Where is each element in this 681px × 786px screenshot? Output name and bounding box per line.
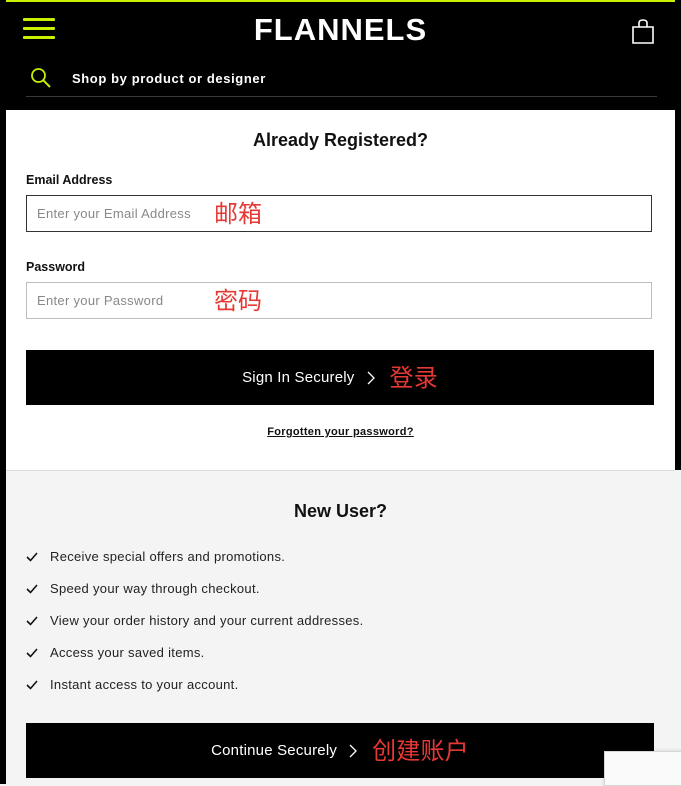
password-label: Password <box>26 260 86 274</box>
search-input[interactable] <box>70 69 657 87</box>
benefit-text: Speed your way through checkout. <box>50 581 260 596</box>
list-item: Speed your way through checkout. <box>26 581 363 613</box>
email-field-wrapper: 邮箱 <box>26 195 652 232</box>
continue-button[interactable]: Continue Securely 创建账户 <box>26 723 654 778</box>
search-icon[interactable] <box>30 67 52 89</box>
sign-in-annotation: 登录 <box>389 363 438 392</box>
email-field[interactable] <box>27 205 214 222</box>
chevron-right-icon <box>367 371 375 384</box>
new-user-title: New User? <box>293 501 388 521</box>
list-item: Receive special offers and promotions. <box>26 549 363 581</box>
benefit-text: Access your saved items. <box>50 645 205 660</box>
checkmark-icon <box>26 648 38 658</box>
checkmark-icon <box>26 616 38 626</box>
recaptcha-badge[interactable] <box>604 751 681 786</box>
list-item: Access your saved items. <box>26 645 363 677</box>
checkmark-icon <box>26 584 38 594</box>
continue-annotation: 创建账户 <box>372 736 469 765</box>
sign-in-label: Sign In Securely <box>242 369 355 386</box>
right-frame-border <box>675 0 681 470</box>
new-user-panel: New User? Receive special offers and pro… <box>6 471 681 784</box>
checkmark-icon <box>26 680 38 690</box>
login-title: Already Registered? <box>252 130 429 150</box>
forgot-password-link[interactable]: Forgotten your password? <box>6 426 675 438</box>
email-annotation: 邮箱 <box>214 199 262 228</box>
sign-in-button[interactable]: Sign In Securely 登录 <box>26 350 654 405</box>
checkmark-icon <box>26 552 38 562</box>
site-header: FLANNELS <box>6 0 675 112</box>
email-label: Email Address <box>26 173 113 187</box>
benefit-text: Instant access to your account. <box>50 677 239 692</box>
benefit-text: View your order history and your current… <box>50 613 364 628</box>
password-field[interactable] <box>27 292 214 309</box>
continue-label: Continue Securely <box>211 742 338 759</box>
list-item: View your order history and your current… <box>26 613 363 645</box>
login-panel: Already Registered? Email Address 邮箱 Pas… <box>6 110 675 471</box>
site-logo[interactable]: FLANNELS <box>6 12 675 48</box>
search-bar <box>26 60 657 97</box>
list-item: Instant access to your account. <box>26 677 363 709</box>
password-field-wrapper: 密码 <box>26 282 652 319</box>
password-annotation: 密码 <box>214 286 262 315</box>
benefits-list: Receive special offers and promotions. S… <box>26 549 363 709</box>
chevron-right-icon <box>349 744 357 757</box>
benefit-text: Receive special offers and promotions. <box>50 549 286 564</box>
shopping-bag-icon[interactable] <box>631 18 655 44</box>
